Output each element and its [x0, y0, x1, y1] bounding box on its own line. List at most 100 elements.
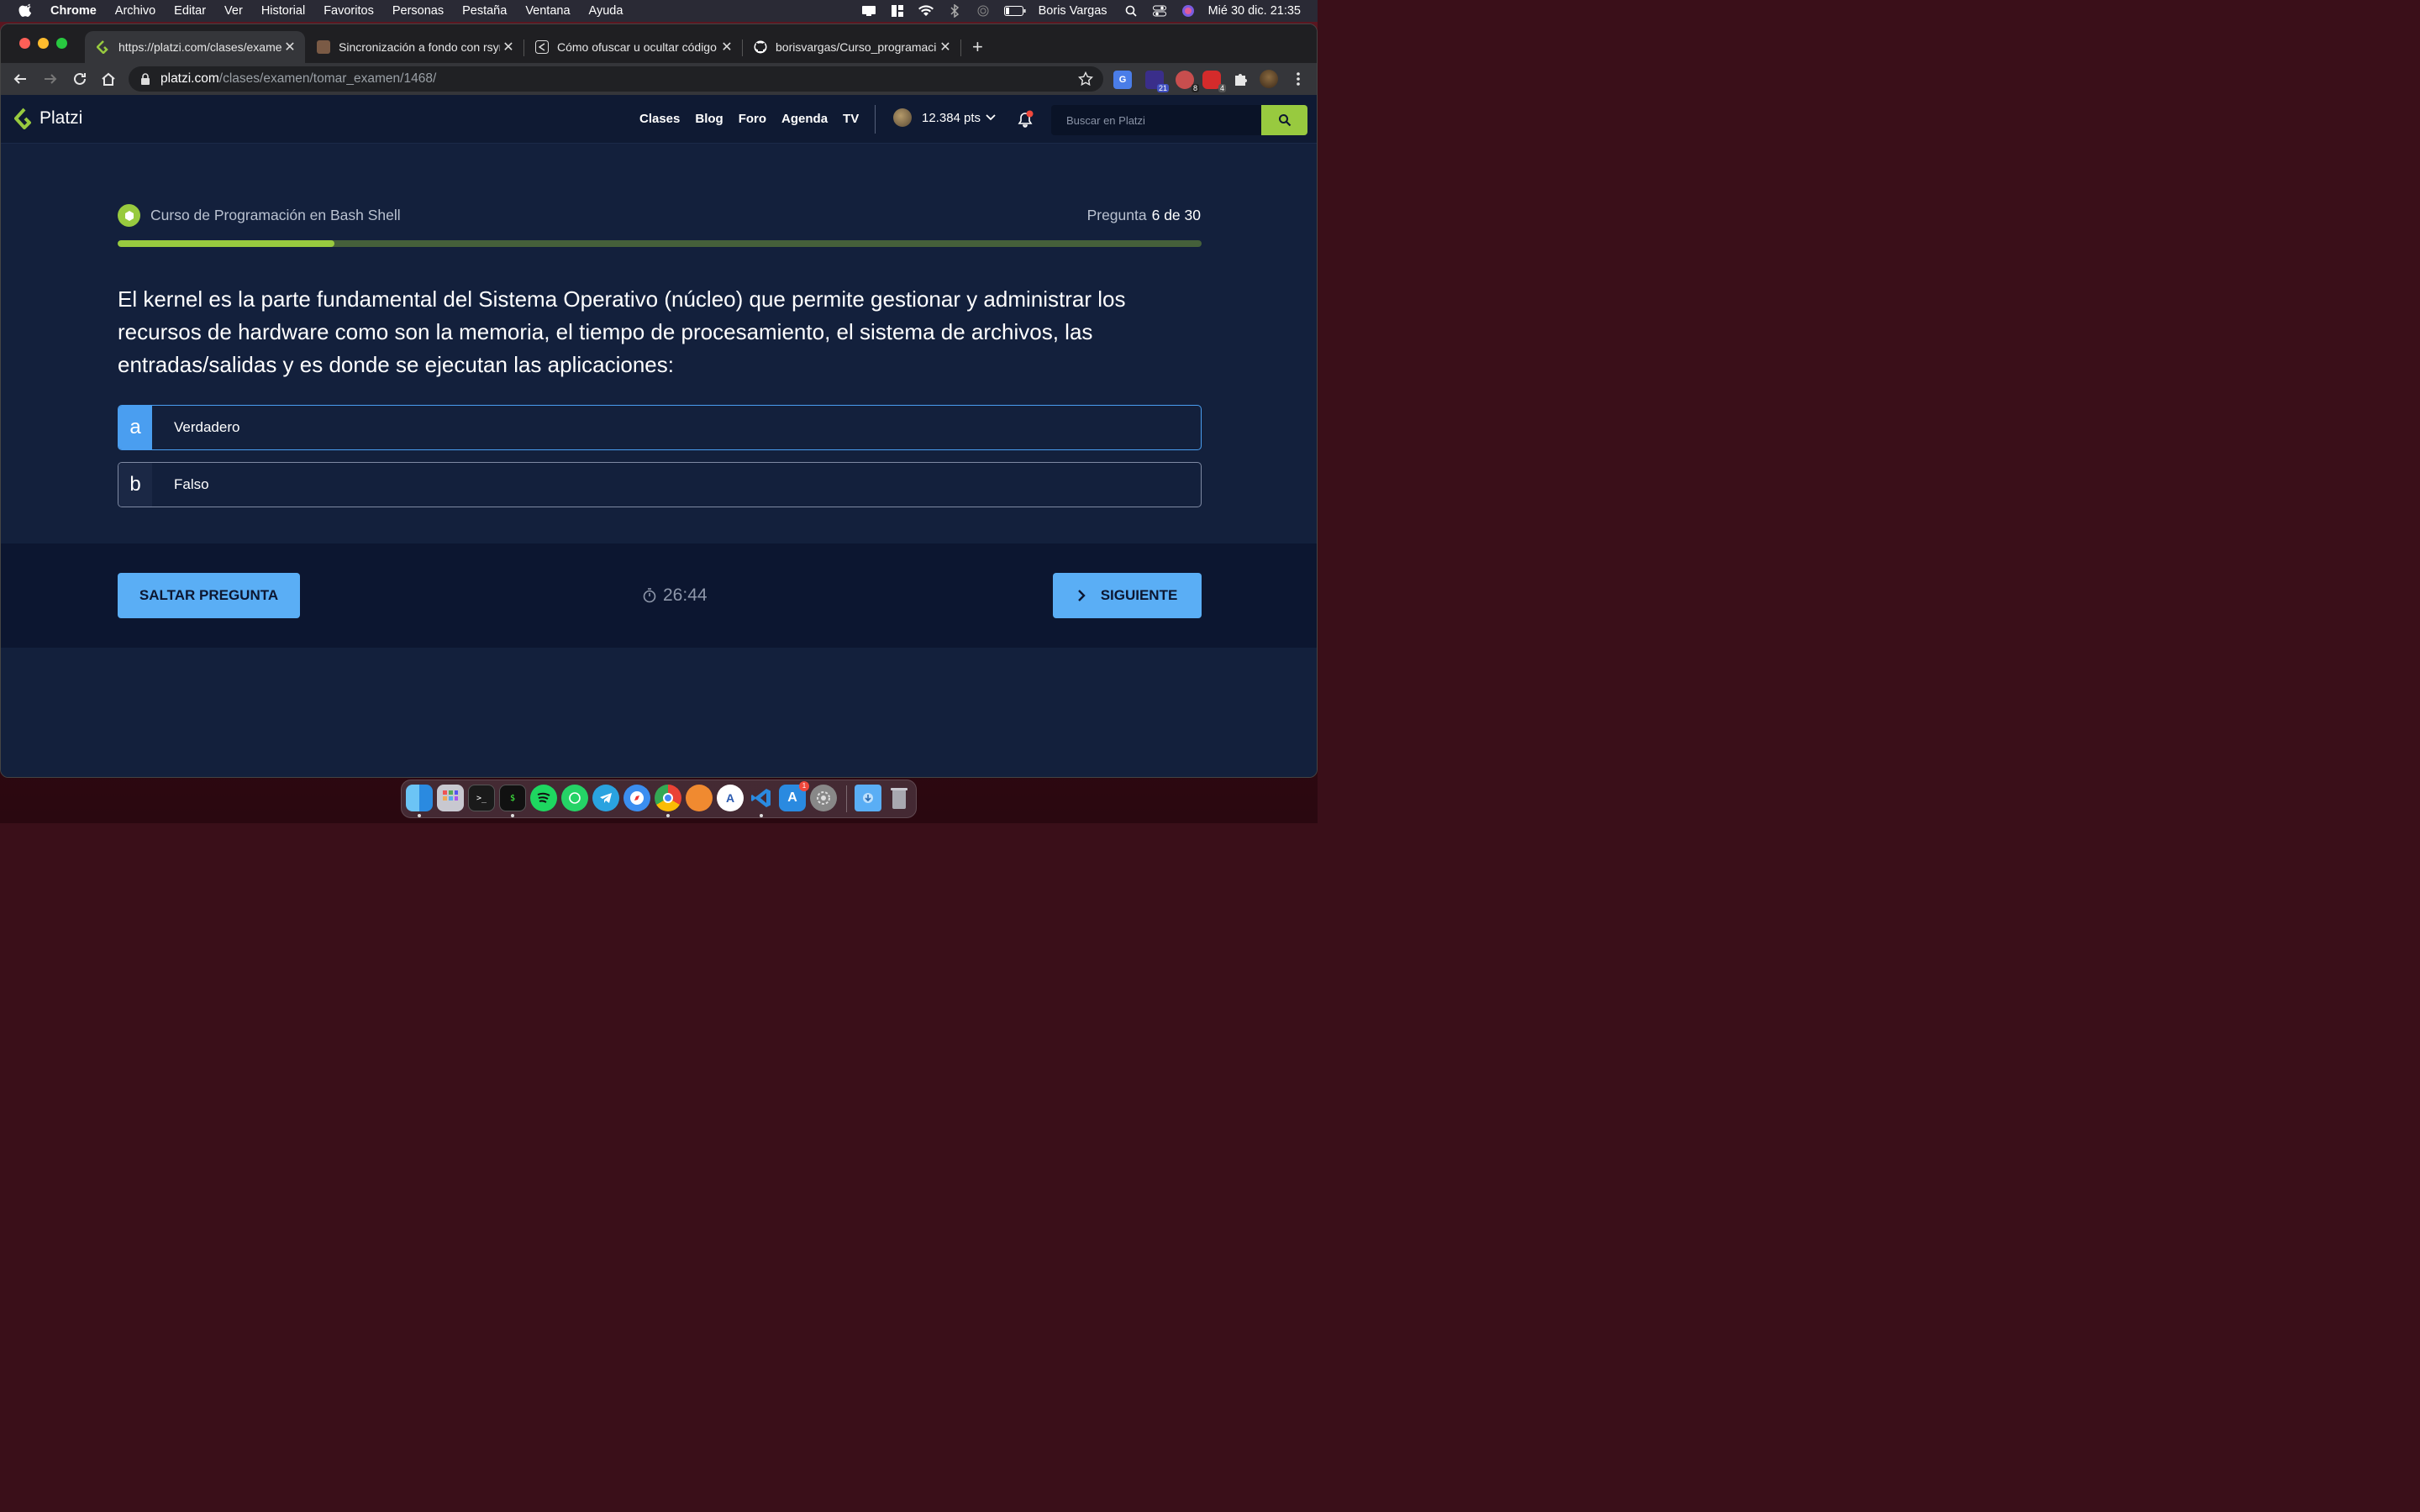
trash-icon[interactable] [886, 785, 913, 811]
sketch-icon[interactable] [686, 785, 713, 811]
system-preferences-icon[interactable] [810, 785, 837, 811]
next-question-button[interactable]: SIGUIENTE [1053, 573, 1202, 618]
option-text: Falso [174, 476, 209, 492]
menu-archivo[interactable]: Archivo [115, 4, 155, 18]
control-center-icon[interactable] [1151, 4, 1168, 18]
menu-app-name[interactable]: Chrome [50, 4, 97, 18]
siri-icon[interactable] [1180, 4, 1197, 18]
chrome-window: https://platzi.com/clases/examen/ ✕ Sinc… [0, 24, 1318, 778]
search-input[interactable]: Buscar en Platzi [1051, 105, 1261, 135]
tab-close-icon[interactable]: ✕ [937, 39, 954, 55]
battery-icon[interactable] [1003, 4, 1027, 18]
menu-user-name[interactable]: Boris Vargas [1039, 4, 1107, 18]
lock-icon[interactable] [140, 73, 150, 85]
profile-avatar[interactable] [1260, 70, 1278, 88]
iterm-icon[interactable]: $ [499, 785, 526, 811]
spotlight-icon[interactable] [1123, 4, 1139, 18]
avatar-icon [317, 40, 330, 54]
menu-personas[interactable]: Personas [392, 4, 444, 18]
translate-extension-icon[interactable]: G [1113, 71, 1132, 89]
option-letter: b [118, 463, 152, 507]
dock-divider [846, 785, 847, 812]
nav-blog[interactable]: Blog [695, 112, 723, 126]
exam-progress-bar [118, 240, 1202, 247]
menu-pestana[interactable]: Pestaña [462, 4, 507, 18]
app-store-icon[interactable]: A1 [779, 781, 809, 811]
new-tab-icon[interactable]: + [972, 36, 983, 58]
platzi-logo-text: Platzi [39, 108, 83, 128]
bell-icon[interactable] [1016, 110, 1034, 129]
menu-ventana[interactable]: Ventana [525, 4, 570, 18]
minimize-window-button[interactable] [38, 38, 49, 49]
spotify-icon[interactable] [530, 785, 557, 811]
nav-divider [875, 105, 876, 134]
terminal-icon[interactable]: >_ [468, 785, 495, 811]
safari-icon[interactable] [623, 785, 650, 811]
tab-github[interactable]: borisvargas/Curso_programacion ✕ [742, 31, 960, 63]
telegram-icon[interactable] [592, 785, 619, 811]
tab-close-icon[interactable]: ✕ [718, 39, 735, 55]
menu-editar[interactable]: Editar [174, 4, 206, 18]
extension-21-icon[interactable]: 21 [1145, 71, 1169, 92]
tab-title: https://platzi.com/clases/examen/ [118, 40, 281, 54]
maximize-window-button[interactable] [56, 38, 67, 49]
url-path: /clases/examen/tomar_examen/1468/ [218, 71, 437, 86]
nav-clases[interactable]: Clases [639, 112, 680, 126]
extensions-puzzle-icon[interactable] [1231, 70, 1249, 88]
vscode-icon[interactable] [748, 785, 775, 811]
app-icon[interactable]: A [717, 785, 744, 811]
menu-clock[interactable]: Mié 30 dic. 21:35 [1208, 4, 1301, 18]
answer-option-b[interactable]: b Falso [118, 462, 1202, 507]
tab-title: borisvargas/Curso_programacion [776, 40, 937, 54]
launchpad-icon[interactable] [437, 785, 464, 811]
nav-foro[interactable]: Foro [739, 112, 766, 126]
address-bar[interactable]: platzi.com/clases/examen/tomar_examen/14… [129, 66, 1103, 92]
tab-close-icon[interactable]: ✕ [281, 39, 298, 55]
close-window-button[interactable] [19, 38, 30, 49]
desktop: Chrome Archivo Editar Ver Historial Favo… [0, 0, 1318, 823]
finder-icon[interactable] [406, 785, 433, 811]
platzi-nav-links: Clases Blog Foro Agenda TV [639, 112, 874, 126]
user-points-menu[interactable]: 12.384 pts [893, 108, 996, 127]
menu-favoritos[interactable]: Favoritos [324, 4, 374, 18]
course-badge-icon [118, 204, 140, 227]
downloads-folder-icon[interactable] [855, 785, 881, 811]
menu-historial[interactable]: Historial [261, 4, 305, 18]
bluetooth-icon[interactable] [946, 4, 963, 18]
menu-ver[interactable]: Ver [224, 4, 243, 18]
macos-menu-bar: Chrome Archivo Editar Ver Historial Favo… [0, 0, 1318, 22]
platzi-logo[interactable]: Platzi [14, 108, 82, 129]
tab-platzi-exam[interactable]: https://platzi.com/clases/examen/ ✕ [85, 31, 305, 63]
forward-icon[interactable] [41, 70, 60, 88]
layout-icon[interactable] [889, 4, 906, 18]
tab-title: Sincronización a fondo con rsync [339, 40, 500, 54]
running-indicator [666, 814, 670, 817]
home-icon[interactable] [99, 70, 118, 88]
answer-option-a[interactable]: a Verdadero [118, 405, 1202, 450]
wifi-icon[interactable] [918, 4, 934, 18]
airdrop-icon[interactable] [975, 4, 992, 18]
extension-4-icon[interactable]: 4 [1202, 71, 1226, 92]
question-label: Pregunta [1086, 207, 1147, 223]
whatsapp-icon[interactable] [561, 785, 588, 811]
back-icon[interactable] [11, 70, 29, 88]
tab-close-icon[interactable]: ✕ [500, 39, 517, 55]
bookmark-star-icon[interactable] [1078, 71, 1093, 87]
notification-icon[interactable] [860, 4, 877, 18]
extension-8-icon[interactable]: 8 [1176, 71, 1199, 92]
menu-ayuda[interactable]: Ayuda [589, 4, 623, 18]
apple-icon[interactable] [18, 3, 34, 18]
tab-rsync[interactable]: Sincronización a fondo con rsync ✕ [305, 31, 523, 63]
tab-ofuscar[interactable]: Cómo ofuscar u ocultar código ✕ [523, 31, 742, 63]
search-button[interactable] [1261, 105, 1307, 135]
chrome-icon[interactable] [655, 785, 681, 811]
macos-dock: >_ $ A A1 [401, 780, 917, 818]
reload-icon[interactable] [71, 70, 89, 88]
browser-toolbar: platzi.com/clases/examen/tomar_examen/14… [1, 63, 1317, 95]
exam-footer: SALTAR PREGUNTA 26:44 SIGUIENTE [1, 543, 1317, 648]
chrome-menu-icon[interactable] [1289, 70, 1307, 88]
exam-progress-fill [118, 240, 334, 247]
skip-question-button[interactable]: SALTAR PREGUNTA [118, 573, 300, 618]
nav-tv[interactable]: TV [843, 112, 859, 126]
nav-agenda[interactable]: Agenda [781, 112, 828, 126]
